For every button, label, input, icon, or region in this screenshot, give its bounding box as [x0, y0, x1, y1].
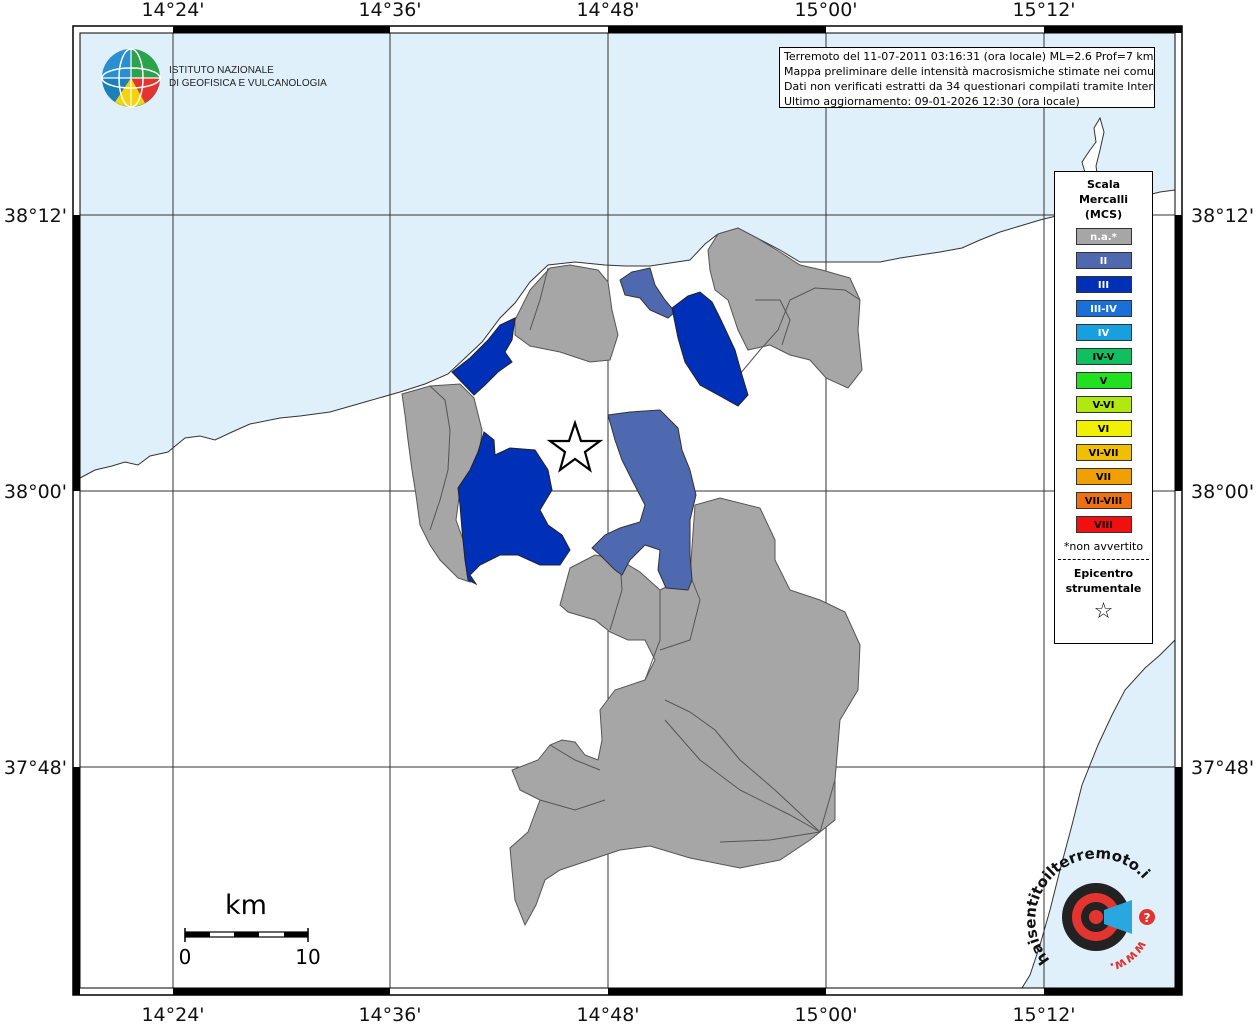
legend-epicenter-line: Epicentro	[1073, 567, 1134, 580]
legend-title-line: Scala	[1086, 178, 1121, 191]
event-info-line: Terremoto del 11-07-2011 03:16:31 (ora l…	[784, 50, 1154, 63]
legend-item: n.a.*	[1075, 228, 1132, 245]
lon-label: 15°12'	[1012, 0, 1075, 21]
legend-item: IV	[1075, 324, 1132, 341]
legend-item: V-VI	[1075, 396, 1132, 413]
ingv-logo-text: ISTITUTO NAZIONALE DI GEOFISICA E VULCAN…	[169, 64, 327, 90]
event-info-line: Ultimo aggiornamento: 09-01-2026 12:30 (…	[784, 95, 1080, 108]
lat-label: 38°00'	[1191, 481, 1254, 503]
lon-label: 14°36'	[358, 1004, 421, 1024]
latitude-labels-right: 38°12' 38°00' 37°48'	[1191, 205, 1254, 779]
lon-label: 14°48'	[576, 0, 639, 21]
legend-star-icon: ☆	[1093, 599, 1114, 624]
legend-item: III-IV	[1075, 300, 1132, 317]
latitude-labels-left: 38°12' 38°00' 37°48'	[4, 205, 67, 779]
legend-item: VII	[1075, 468, 1132, 485]
legend-footnote: *non avvertito	[1063, 540, 1144, 553]
event-info-line: Mappa preliminare delle intensità macros…	[784, 65, 1155, 78]
event-info-box: Terremoto del 11-07-2011 03:16:31 (ora l…	[779, 47, 1155, 108]
legend-title-line: (MCS)	[1084, 208, 1123, 221]
ingv-line2: DI GEOFISICA E VULCANOLOGIA	[169, 78, 327, 89]
svg-text:?: ?	[1144, 911, 1151, 925]
legend-item: III	[1075, 276, 1132, 293]
mcs-legend: Scala Mercalli (MCS) n.a.* II III III-IV IV I…	[1054, 171, 1153, 644]
legend-item: VI-VII	[1075, 444, 1132, 461]
legend-item: VIII	[1075, 516, 1132, 533]
longitude-labels-top: 14°24' 14°36' 14°48' 15°00' 15°12'	[141, 0, 1075, 21]
lon-label: 15°12'	[1012, 1004, 1075, 1024]
legend-item: VI	[1075, 420, 1132, 437]
legend-title-line: Mercalli	[1078, 193, 1129, 206]
lon-label: 14°24'	[141, 0, 204, 21]
event-info-line: Dati non verificati estratti da 34 quest…	[784, 80, 1155, 93]
lat-label: 38°12'	[1191, 205, 1254, 227]
lat-label: 37°48'	[4, 757, 67, 779]
legend-item: V	[1075, 372, 1132, 389]
lon-label: 15°00'	[794, 1004, 857, 1024]
legend-item: IV-V	[1075, 348, 1132, 365]
lat-label: 38°12'	[4, 205, 67, 227]
legend-items: n.a.* II III III-IV IV IV-V V V-VI VI VI-VII VII VI…	[1055, 228, 1152, 533]
legend-separator	[1058, 559, 1149, 560]
scale-min: 0	[179, 945, 192, 969]
lon-label: 15°00'	[794, 0, 857, 21]
legend-epicenter-title: Epicentro strumentale	[1055, 566, 1152, 596]
legend-item: VII-VIII	[1075, 492, 1132, 509]
lat-label: 37°48'	[1191, 757, 1254, 779]
lon-label: 14°48'	[576, 1004, 639, 1024]
lat-label: 38°00'	[4, 481, 67, 503]
legend-epicenter-line: strumentale	[1065, 582, 1142, 595]
longitude-labels-bottom: 14°24' 14°36' 14°48' 15°00' 15°12'	[141, 1004, 1075, 1024]
lon-label: 14°24'	[141, 1004, 204, 1024]
legend-title: Scala Mercalli (MCS)	[1055, 177, 1152, 222]
ingv-line1: ISTITUTO NAZIONALE	[169, 65, 274, 76]
scale-max: 10	[295, 945, 320, 969]
scale-unit: km	[225, 890, 267, 921]
legend-item: II	[1075, 252, 1132, 269]
lon-label: 14°36'	[358, 0, 421, 21]
ingv-globe-icon	[101, 48, 161, 108]
